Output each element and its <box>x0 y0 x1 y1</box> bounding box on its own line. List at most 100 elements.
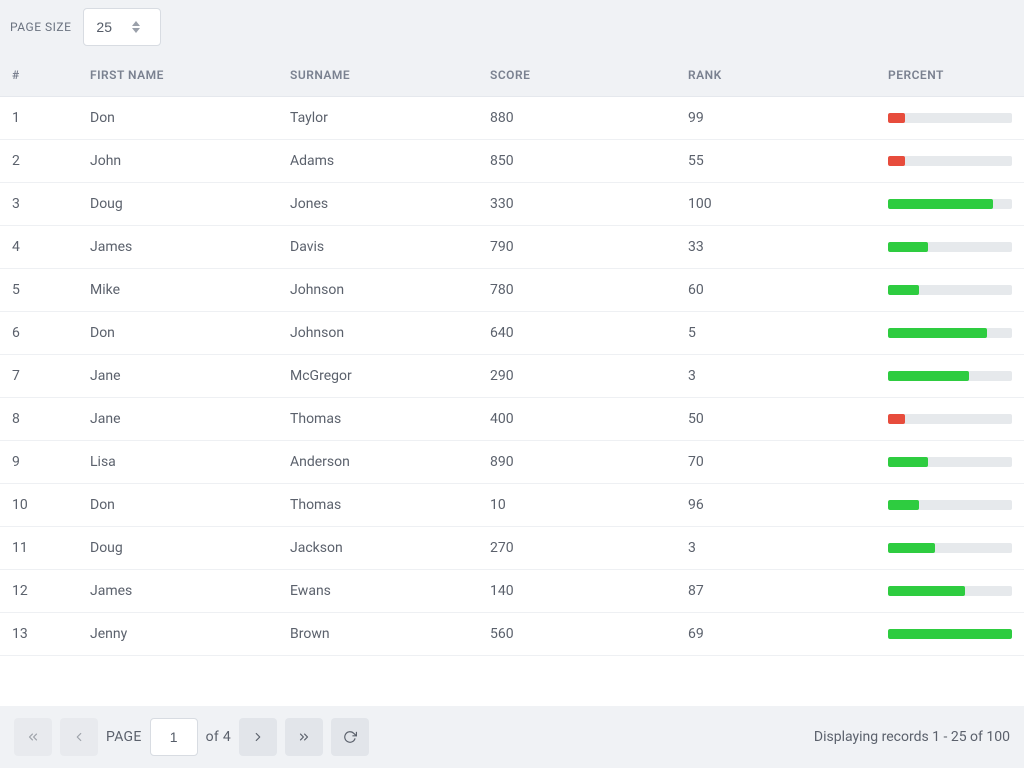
progress-bar <box>888 629 1012 639</box>
progress-bar <box>888 156 1012 166</box>
progress-fill <box>888 543 935 553</box>
cell-first-name: Don <box>78 312 278 355</box>
cell-rank: 96 <box>676 484 876 527</box>
cell-score: 270 <box>478 527 676 570</box>
progress-fill <box>888 328 987 338</box>
table-row[interactable]: 11DougJackson2703 <box>0 527 1024 570</box>
next-page-button[interactable] <box>239 718 277 756</box>
cell-rank: 5 <box>676 312 876 355</box>
progress-fill <box>888 156 905 166</box>
table-row[interactable]: 5MikeJohnson78060 <box>0 269 1024 312</box>
col-rank[interactable]: RANK <box>676 54 876 97</box>
cell-surname: Thomas <box>278 484 478 527</box>
spinner-down-icon[interactable] <box>132 28 140 33</box>
cell-rank: 87 <box>676 570 876 613</box>
cell-surname: Anderson <box>278 441 478 484</box>
cell-index: 8 <box>0 398 78 441</box>
cell-percent <box>876 140 1024 183</box>
table-row[interactable]: 3DougJones330100 <box>0 183 1024 226</box>
table-row[interactable]: 9LisaAnderson89070 <box>0 441 1024 484</box>
page-of-text: of 4 <box>206 729 231 745</box>
page-size-field[interactable] <box>83 8 161 46</box>
cell-rank: 69 <box>676 613 876 656</box>
cell-first-name: Don <box>78 97 278 140</box>
cell-first-name: James <box>78 226 278 269</box>
cell-index: 6 <box>0 312 78 355</box>
cell-surname: Ewans <box>278 570 478 613</box>
data-table: # FIRST NAME SURNAME SCORE RANK PERCENT … <box>0 54 1024 656</box>
refresh-button[interactable] <box>331 718 369 756</box>
table-row[interactable]: 12JamesEwans14087 <box>0 570 1024 613</box>
chevrons-right-icon <box>297 730 311 744</box>
page-size-input[interactable] <box>84 11 132 43</box>
table-row[interactable]: 13JennyBrown56069 <box>0 613 1024 656</box>
last-page-button[interactable] <box>285 718 323 756</box>
table-row[interactable]: 7JaneMcGregor2903 <box>0 355 1024 398</box>
cell-surname: Johnson <box>278 269 478 312</box>
cell-score: 140 <box>478 570 676 613</box>
cell-index: 4 <box>0 226 78 269</box>
table-row[interactable]: 4JamesDavis79033 <box>0 226 1024 269</box>
progress-bar <box>888 371 1012 381</box>
cell-first-name: Jane <box>78 398 278 441</box>
cell-rank: 55 <box>676 140 876 183</box>
table-row[interactable]: 2JohnAdams85055 <box>0 140 1024 183</box>
cell-surname: Johnson <box>278 312 478 355</box>
cell-first-name: James <box>78 570 278 613</box>
cell-percent <box>876 355 1024 398</box>
cell-index: 9 <box>0 441 78 484</box>
progress-bar <box>888 500 1012 510</box>
cell-index: 2 <box>0 140 78 183</box>
cell-rank: 60 <box>676 269 876 312</box>
col-first-name[interactable]: FIRST NAME <box>78 54 278 97</box>
col-percent[interactable]: PERCENT <box>876 54 1024 97</box>
cell-first-name: Don <box>78 484 278 527</box>
cell-index: 1 <box>0 97 78 140</box>
cell-score: 790 <box>478 226 676 269</box>
cell-surname: Thomas <box>278 398 478 441</box>
cell-index: 10 <box>0 484 78 527</box>
progress-fill <box>888 457 928 467</box>
page-label: PAGE <box>106 729 142 745</box>
current-page-input[interactable] <box>150 718 198 756</box>
cell-first-name: Lisa <box>78 441 278 484</box>
cell-rank: 100 <box>676 183 876 226</box>
progress-fill <box>888 500 919 510</box>
cell-index: 7 <box>0 355 78 398</box>
cell-first-name: Jane <box>78 355 278 398</box>
col-surname[interactable]: SURNAME <box>278 54 478 97</box>
table-row[interactable]: 1DonTaylor88099 <box>0 97 1024 140</box>
progress-fill <box>888 199 993 209</box>
cell-percent <box>876 441 1024 484</box>
cell-percent <box>876 97 1024 140</box>
prev-page-button[interactable] <box>60 718 98 756</box>
progress-fill <box>888 285 919 295</box>
cell-score: 880 <box>478 97 676 140</box>
progress-fill <box>888 113 905 123</box>
cell-score: 330 <box>478 183 676 226</box>
col-score[interactable]: SCORE <box>478 54 676 97</box>
cell-score: 290 <box>478 355 676 398</box>
spinner-up-icon[interactable] <box>132 21 140 26</box>
data-table-wrapper: # FIRST NAME SURNAME SCORE RANK PERCENT … <box>0 54 1024 706</box>
table-row[interactable]: 8JaneThomas40050 <box>0 398 1024 441</box>
first-page-button[interactable] <box>14 718 52 756</box>
cell-percent <box>876 226 1024 269</box>
progress-fill <box>888 242 928 252</box>
progress-fill <box>888 629 1012 639</box>
pagination-footer: PAGE of 4 Displaying records 1 - 25 of 1… <box>0 706 1024 768</box>
progress-bar <box>888 414 1012 424</box>
cell-percent <box>876 398 1024 441</box>
cell-rank: 99 <box>676 97 876 140</box>
progress-fill <box>888 414 905 424</box>
cell-percent <box>876 527 1024 570</box>
cell-rank: 50 <box>676 398 876 441</box>
toolbar: PAGE SIZE <box>0 0 1024 54</box>
table-row[interactable]: 10DonThomas1096 <box>0 484 1024 527</box>
col-index[interactable]: # <box>0 54 78 97</box>
progress-bar <box>888 113 1012 123</box>
page-size-label: PAGE SIZE <box>10 20 71 34</box>
table-row[interactable]: 6DonJohnson6405 <box>0 312 1024 355</box>
chevrons-left-icon <box>26 730 40 744</box>
cell-score: 890 <box>478 441 676 484</box>
